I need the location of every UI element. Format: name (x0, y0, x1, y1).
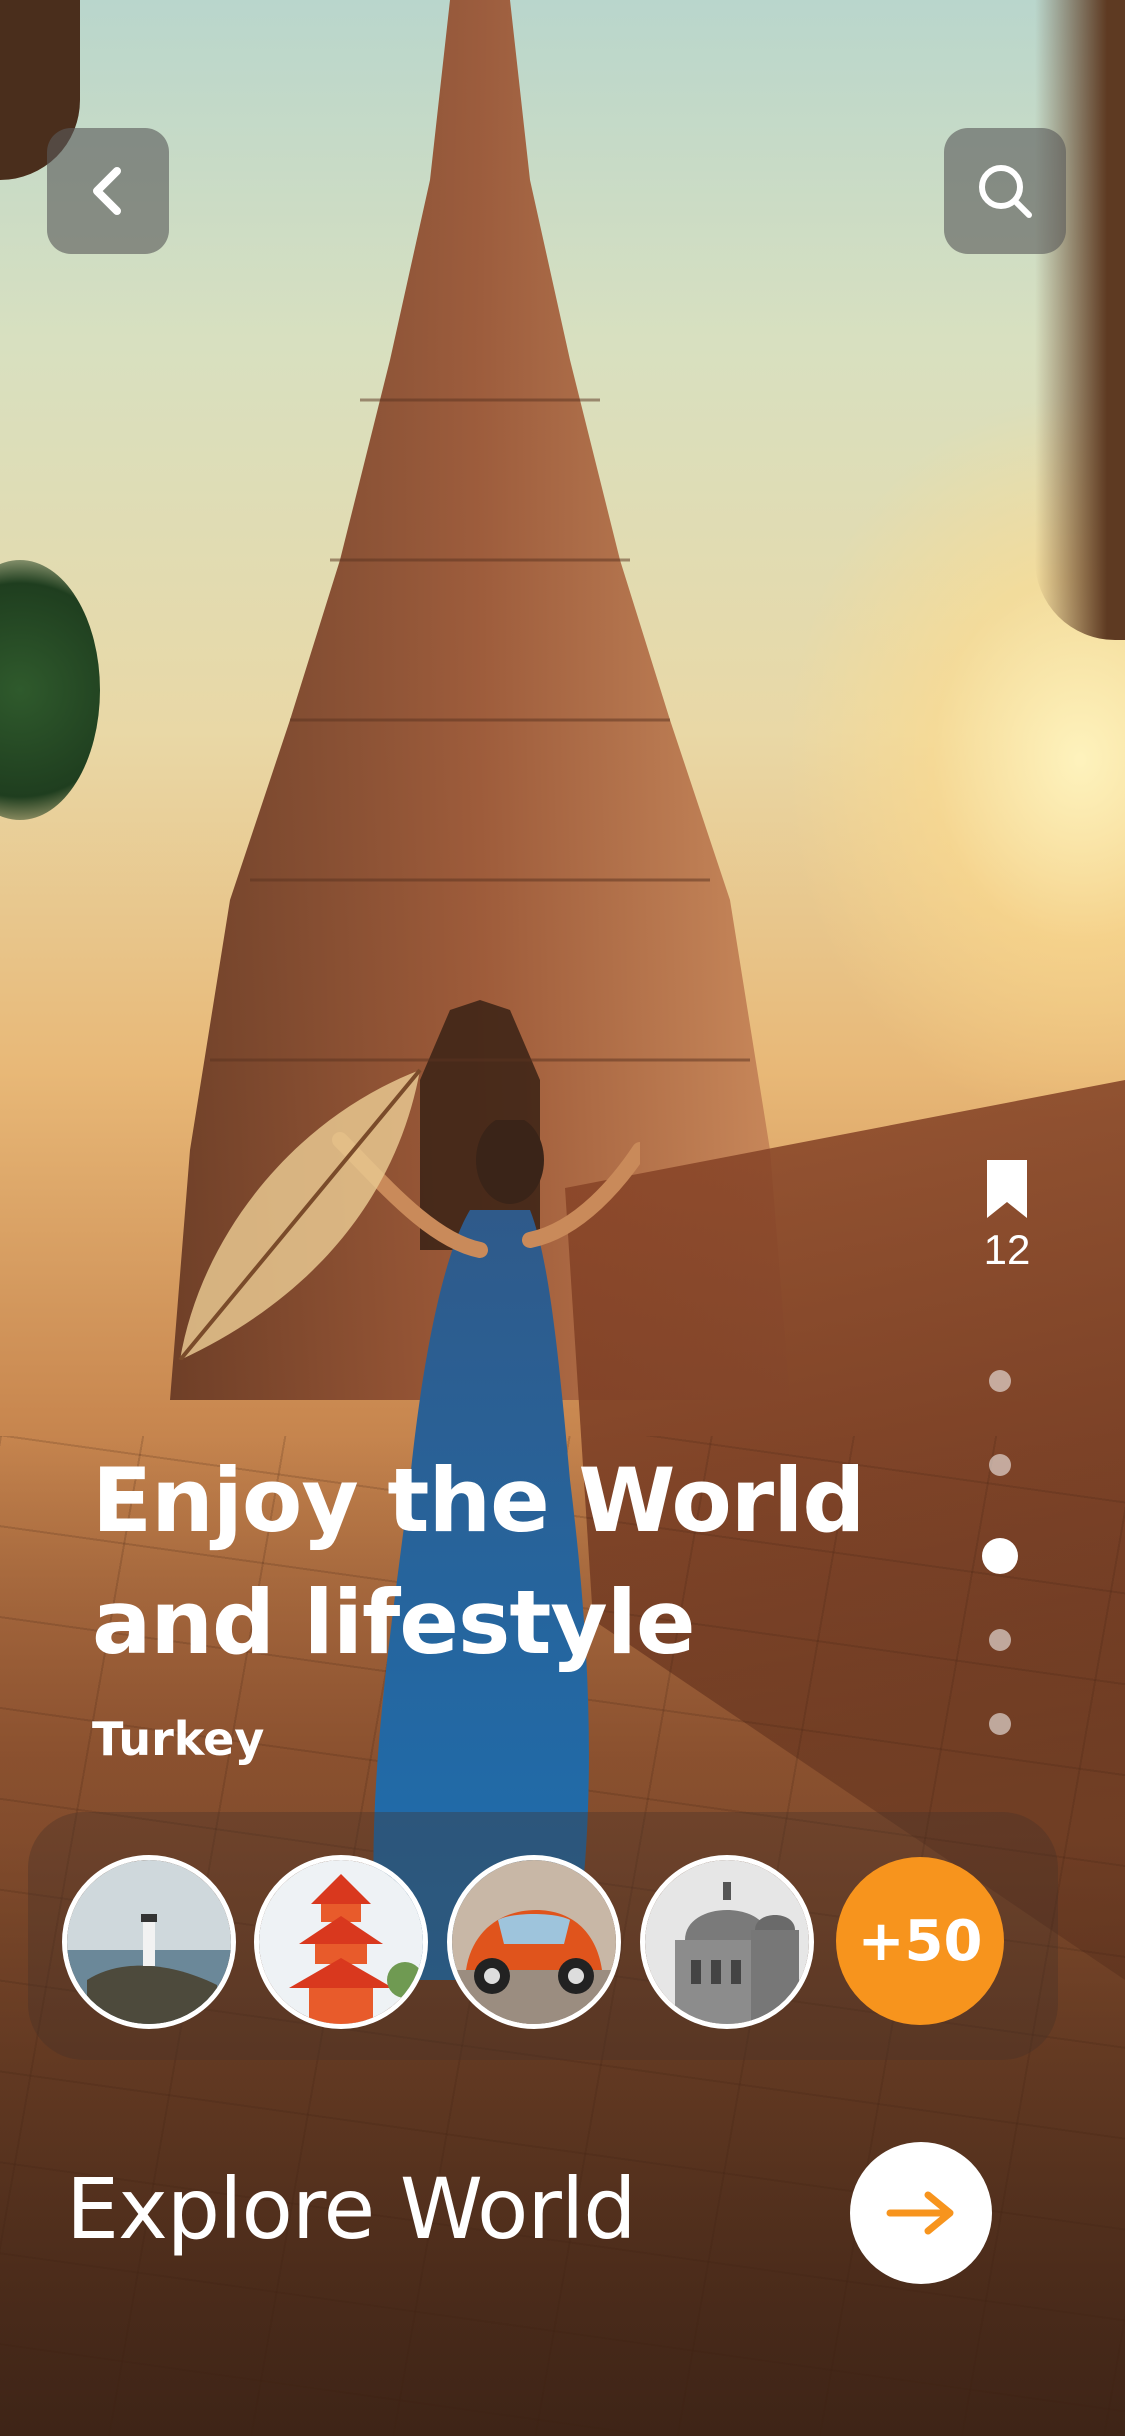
explore-world-label: Explore World (66, 2160, 637, 2258)
hero-title-line-2: and lifestyle (92, 1571, 696, 1674)
explore-world-button[interactable] (850, 2142, 992, 2284)
page-indicator (982, 1370, 1018, 1797)
page-dot[interactable] (989, 1629, 1011, 1651)
bookmark-count: 12 (983, 1226, 1031, 1273)
background-parasol (178, 1068, 422, 1360)
arrow-right-icon (886, 2191, 954, 2235)
page-dot[interactable] (989, 1713, 1011, 1735)
page-dot[interactable] (989, 1454, 1011, 1476)
thumbnail-lighthouse[interactable] (62, 1855, 236, 2029)
location-label: Turkey (92, 1712, 265, 1766)
search-icon (979, 165, 1032, 218)
more-destinations-badge[interactable]: +50 (836, 1857, 1004, 2025)
onboarding-screen: 12 Enjoy the World and lifestyle Turkey (0, 0, 1125, 2436)
background-rock-right (1035, 0, 1125, 640)
hero-title: Enjoy the World and lifestyle (92, 1440, 912, 1684)
search-button[interactable] (944, 128, 1066, 254)
back-button[interactable] (47, 128, 169, 254)
chevron-left-icon (93, 167, 121, 215)
thumbnail-orange-car[interactable] (447, 1855, 621, 2029)
thumbnail-pagoda[interactable] (254, 1855, 428, 2029)
hero-title-line-1: Enjoy the World (92, 1449, 865, 1552)
thumbnail-basilica[interactable] (640, 1855, 814, 2029)
page-dot[interactable] (989, 1370, 1011, 1392)
page-dot-active[interactable] (982, 1538, 1018, 1574)
bookmark-icon[interactable] (985, 1158, 1029, 1220)
